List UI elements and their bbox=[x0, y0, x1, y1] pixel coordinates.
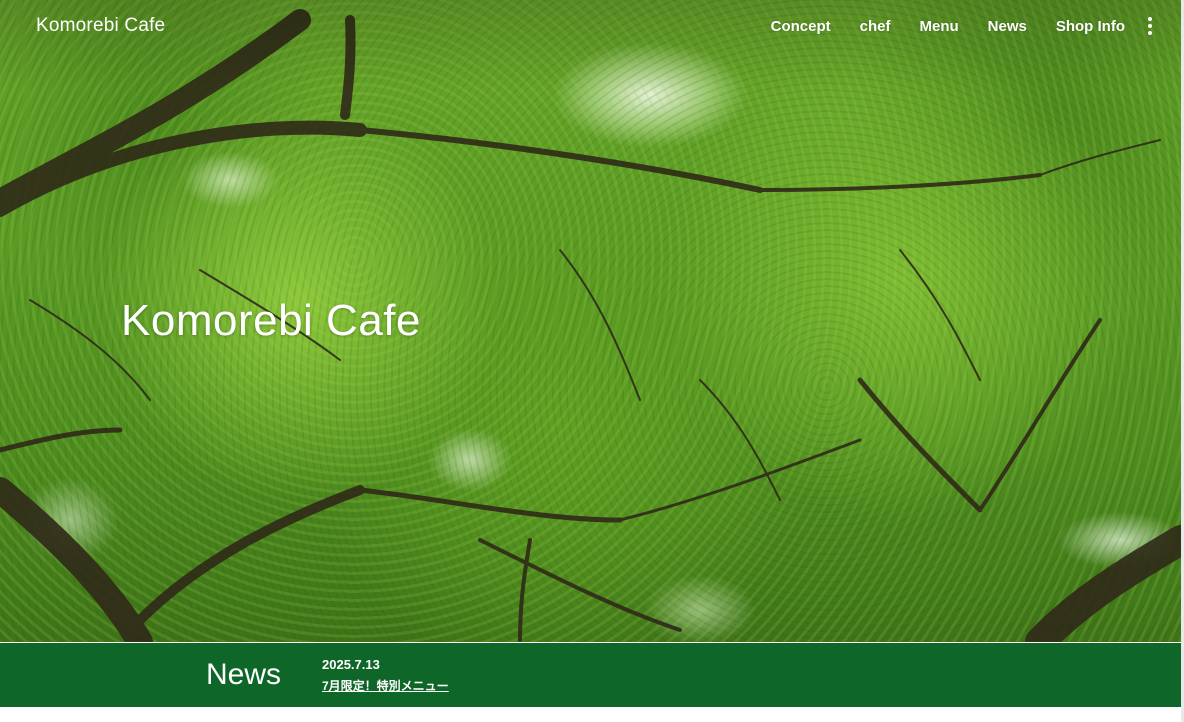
vertical-dots-icon[interactable] bbox=[1143, 16, 1157, 36]
nav-item-menu[interactable]: Menu bbox=[919, 18, 958, 35]
news-item-link[interactable]: 7月限定！特別メニュー bbox=[322, 677, 449, 694]
hero-section: Komorebi Cafe Concept chef Menu News Sho… bbox=[0, 0, 1181, 642]
hero-title: Komorebi Cafe bbox=[121, 296, 421, 345]
news-item-date: 2025.7.13 bbox=[322, 657, 380, 672]
nav-item-concept[interactable]: Concept bbox=[771, 18, 831, 35]
main-nav: Concept chef Menu News Shop Info bbox=[742, 16, 1157, 36]
site-title-link[interactable]: Komorebi Cafe bbox=[36, 15, 165, 37]
nav-item-news[interactable]: News bbox=[988, 18, 1027, 35]
news-heading: News bbox=[206, 658, 282, 691]
nav-item-chef[interactable]: chef bbox=[860, 18, 891, 35]
nav-item-shop-info[interactable]: Shop Info bbox=[1056, 18, 1125, 35]
page: Komorebi Cafe Concept chef Menu News Sho… bbox=[0, 0, 1184, 722]
news-bar: News 2025.7.13 7月限定！特別メニュー bbox=[0, 643, 1181, 707]
